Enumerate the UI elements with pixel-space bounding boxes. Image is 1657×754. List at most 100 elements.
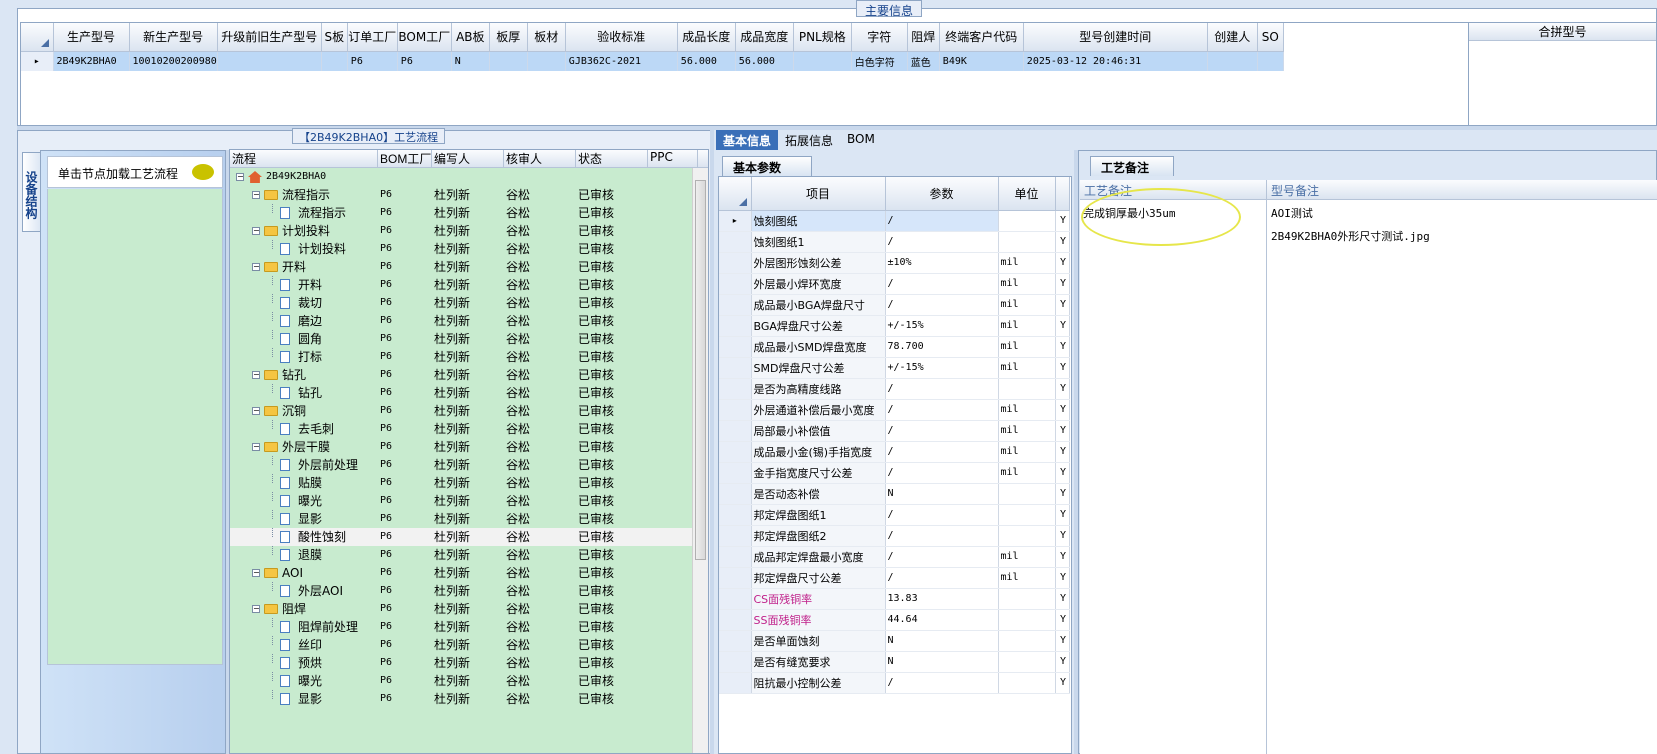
tree-row[interactable]: 开料 P6 杜列新 谷松 已审核	[230, 276, 708, 294]
tree-row[interactable]: − 外层干膜 P6 杜列新 谷松 已审核	[230, 438, 708, 456]
main-col-12[interactable]: PNL规格	[793, 23, 852, 52]
tree-node[interactable]: 打标	[230, 348, 378, 366]
tree-node[interactable]: 计划投料	[230, 240, 378, 258]
main-cell-6[interactable]: N	[451, 51, 490, 71]
param-value-cell[interactable]: /	[885, 441, 999, 463]
main-col-13[interactable]: 字符	[851, 23, 908, 52]
main-col-6[interactable]: AB板	[451, 23, 490, 52]
param-row[interactable]: BGA焊盘尺寸公差 +/-15% mil Y	[719, 315, 1070, 337]
col-state[interactable]: 状态	[576, 150, 648, 167]
col-unit[interactable]: 单位	[998, 177, 1056, 211]
param-row[interactable]: CS面残铜率 13.83 Y	[719, 588, 1070, 610]
collapse-icon[interactable]: −	[252, 569, 260, 577]
param-value-cell[interactable]: /	[885, 399, 999, 421]
tree-node[interactable]: − 开料	[230, 258, 378, 276]
tree-row[interactable]: 流程指示 P6 杜列新 谷松 已审核	[230, 204, 708, 222]
col-item[interactable]: 项目	[751, 177, 886, 211]
tree-node[interactable]: − 计划投料	[230, 222, 378, 240]
tree-row[interactable]: 显影 P6 杜列新 谷松 已审核	[230, 510, 708, 528]
tree-node[interactable]: 贴膜	[230, 474, 378, 492]
col-ppc[interactable]: PPC	[648, 150, 698, 167]
tree-node[interactable]: 外层AOI	[230, 582, 378, 600]
node-hint-box[interactable]: 单击节点加载工艺流程	[47, 156, 223, 188]
tree-row[interactable]: 钻孔 P6 杜列新 谷松 已审核	[230, 384, 708, 402]
tree-row[interactable]: − 计划投料 P6 杜列新 谷松 已审核	[230, 222, 708, 240]
main-col-7[interactable]: 板厚	[489, 23, 528, 52]
model-remark-text-1[interactable]: AOI测试	[1271, 205, 1313, 221]
tree-row[interactable]: − AOI P6 杜列新 谷松 已审核	[230, 564, 708, 582]
col-flow[interactable]: 流程	[230, 150, 378, 167]
param-value-cell[interactable]: /	[885, 210, 999, 232]
vertical-splitter-middle[interactable]	[710, 130, 714, 754]
tree-row[interactable]: − 流程指示 P6 杜列新 谷松 已审核	[230, 186, 708, 204]
param-value-cell[interactable]: +/-15%	[885, 357, 999, 379]
main-col-9[interactable]: 验收标准	[565, 23, 678, 52]
tree-node[interactable]: 流程指示	[230, 204, 378, 222]
param-value-cell[interactable]: /	[885, 546, 999, 568]
param-row[interactable]: 是否为高精度线路 / Y	[719, 378, 1070, 400]
main-cell-5[interactable]: P6	[397, 51, 452, 71]
tab-bom[interactable]: BOM	[840, 130, 882, 150]
tree-row[interactable]: 打标 P6 杜列新 谷松 已审核	[230, 348, 708, 366]
tree-row[interactable]: 外层前处理 P6 杜列新 谷松 已审核	[230, 456, 708, 474]
tree-row[interactable]: 曝光 P6 杜列新 谷松 已审核	[230, 492, 708, 510]
param-value-cell[interactable]: 13.83	[885, 588, 999, 610]
param-row[interactable]: 成品最小BGA焊盘尺寸 / mil Y	[719, 294, 1070, 316]
param-row[interactable]: 成品最小SMD焊盘宽度 78.700 mil Y	[719, 336, 1070, 358]
param-value-cell[interactable]: /	[885, 525, 999, 547]
param-value-cell[interactable]: /	[885, 672, 999, 694]
param-value-cell[interactable]: 78.700	[885, 336, 999, 358]
param-value-cell[interactable]: /	[885, 273, 999, 295]
tree-row[interactable]: 显影 P6 杜列新 谷松 已审核	[230, 690, 708, 708]
tab-extended-info[interactable]: 拓展信息	[778, 130, 840, 150]
process-tree-grid[interactable]: 流程 BOM工厂 编写人 核审人 状态 PPC − 2B49K2BHA0 − 流程指示…	[229, 149, 709, 754]
collapse-icon[interactable]: −	[236, 173, 244, 181]
param-row[interactable]: 局部最小补偿值 / mil Y	[719, 420, 1070, 442]
param-row[interactable]: ▸ 蚀刻图纸 / Y	[719, 210, 1070, 232]
main-col-2[interactable]: 升级前旧生产型号	[217, 23, 322, 52]
tree-scrollbar-thumb[interactable]	[695, 180, 706, 560]
tree-row[interactable]: 阻焊前处理 P6 杜列新 谷松 已审核	[230, 618, 708, 636]
param-value-cell[interactable]: /	[885, 420, 999, 442]
param-row[interactable]: 蚀刻图纸1/ Y	[719, 231, 1070, 253]
tree-row[interactable]: 丝印 P6 杜列新 谷松 已审核	[230, 636, 708, 654]
tree-node[interactable]: 丝印	[230, 636, 378, 654]
tree-row[interactable]: 磨边 P6 杜列新 谷松 已审核	[230, 312, 708, 330]
param-row[interactable]: 是否有缝宽要求 N Y	[719, 651, 1070, 673]
param-row[interactable]: 邦定焊盘图纸1/ Y	[719, 504, 1070, 526]
param-value-cell[interactable]: /	[885, 378, 999, 400]
main-cell-7[interactable]	[489, 51, 528, 71]
main-cell-10[interactable]: 56.000	[677, 51, 736, 71]
tree-node[interactable]: − 钻孔	[230, 366, 378, 384]
collapse-icon[interactable]: −	[252, 263, 260, 271]
tree-node[interactable]: 阻焊前处理	[230, 618, 378, 636]
tab-process-remark[interactable]: 工艺备注	[1090, 156, 1174, 176]
tab-basic-info[interactable]: 基本信息	[716, 130, 779, 150]
collapse-icon[interactable]: −	[252, 605, 260, 613]
tree-row[interactable]: 计划投料 P6 杜列新 谷松 已审核	[230, 240, 708, 258]
main-cell-14[interactable]: 蓝色	[907, 51, 940, 71]
side-tab-equipment-structure[interactable]: 设备结构	[22, 152, 40, 232]
param-value-cell[interactable]: N	[885, 651, 999, 673]
tree-node[interactable]: 酸性蚀刻	[230, 528, 378, 546]
collapse-icon[interactable]: −	[252, 443, 260, 451]
main-col-4[interactable]: 订单工厂	[347, 23, 398, 52]
main-col-3[interactable]: S板	[321, 23, 348, 52]
param-row[interactable]: 是否单面蚀刻 N Y	[719, 630, 1070, 652]
param-value-cell[interactable]: +/-15%	[885, 315, 999, 337]
param-value-cell[interactable]: N	[885, 483, 999, 505]
main-cell-15[interactable]: B49K	[939, 51, 1024, 71]
param-row[interactable]: 成品邦定焊盘最小宽度 / mil Y	[719, 546, 1070, 568]
col-bom-factory[interactable]: BOM工厂	[378, 150, 432, 167]
param-row[interactable]: SMD焊盘尺寸公差 +/-15% mil Y	[719, 357, 1070, 379]
param-value-cell[interactable]: /	[885, 504, 999, 526]
tree-node[interactable]: 曝光	[230, 492, 378, 510]
param-row[interactable]: 成品最小金(锡)手指宽度 / mil Y	[719, 441, 1070, 463]
main-col-1[interactable]: 新生产型号	[129, 23, 218, 52]
tree-row[interactable]: 外层AOI P6 杜列新 谷松 已审核	[230, 582, 708, 600]
tree-node[interactable]: 显影	[230, 510, 378, 528]
main-info-grid[interactable]: 生产型号 新生产型号 升级前旧生产型号 S板 订单工厂 BOM工厂 AB板 板厚 板材 验收标准成…	[20, 22, 1550, 126]
param-value-cell[interactable]: 44.64	[885, 609, 999, 631]
tree-node[interactable]: 预烘	[230, 654, 378, 672]
main-cell-3[interactable]	[321, 51, 348, 71]
